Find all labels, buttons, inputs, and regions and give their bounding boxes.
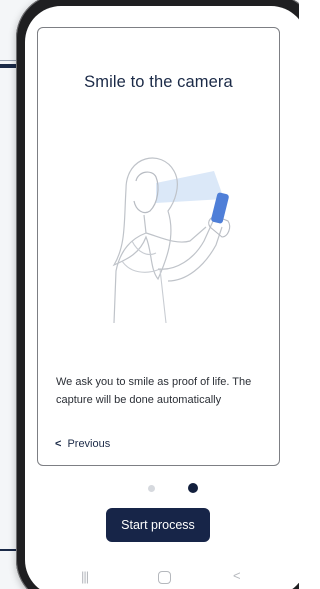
pagination-dot-2-active[interactable] xyxy=(188,483,198,493)
page-title: Smile to the camera xyxy=(84,73,233,91)
recents-icon[interactable]: ||| xyxy=(81,569,89,584)
chevron-left-icon: < xyxy=(55,438,62,450)
home-icon[interactable] xyxy=(158,571,171,584)
app-stage: Smile to the camera We ask you to smile … xyxy=(0,0,299,589)
back-icon[interactable]: < xyxy=(233,568,241,583)
phone-screen: Smile to the camera We ask you to smile … xyxy=(25,6,299,589)
previous-label: Previous xyxy=(67,438,111,450)
camera-beam xyxy=(156,171,224,203)
description-text: We ask you to smile as proof of life. Th… xyxy=(56,376,252,406)
phone-frame: Smile to the camera We ask you to smile … xyxy=(16,0,299,589)
start-process-button[interactable]: Start process xyxy=(106,508,210,542)
selfie-illustration xyxy=(112,157,231,324)
face-outline xyxy=(133,171,159,214)
android-nav-bar: ||| < xyxy=(25,568,299,589)
shirt-outline xyxy=(121,240,167,324)
onboarding-card: Smile to the camera We ask you to smile … xyxy=(37,27,280,466)
pagination-dot-1[interactable] xyxy=(148,484,155,492)
hair-outline xyxy=(112,157,178,281)
pagination-dots xyxy=(148,483,198,493)
previous-link[interactable]: < Previous xyxy=(55,438,110,450)
